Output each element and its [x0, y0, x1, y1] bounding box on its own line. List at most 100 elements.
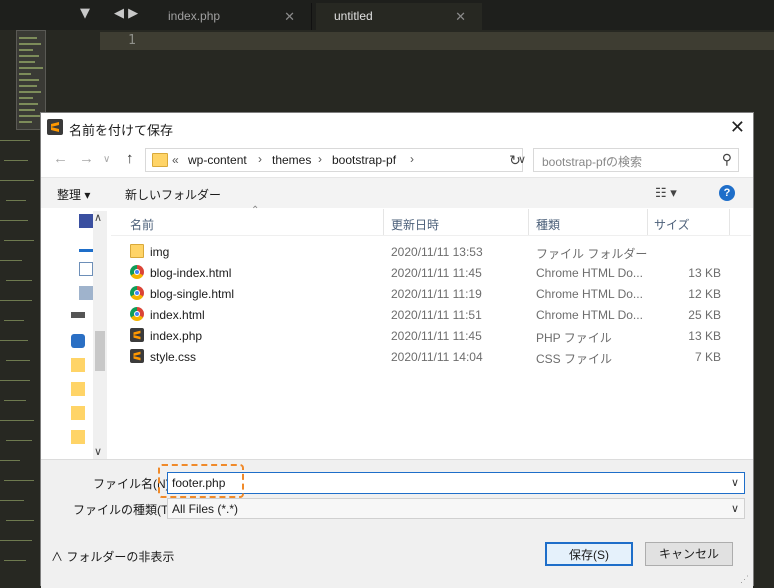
chrome-icon [130, 307, 144, 321]
back-arrow-icon[interactable]: ← [53, 150, 68, 167]
tab-untitled[interactable]: untitled ✕ [316, 3, 482, 30]
view-options-icon[interactable]: ☷ ▾ [655, 185, 677, 201]
scrollbar-thumb[interactable] [95, 331, 105, 371]
editor-tab-bar: ▼ ◀ ▶ index.php ✕ untitled ✕ [0, 0, 774, 30]
drive-icon[interactable] [71, 312, 85, 318]
folder-icon[interactable] [71, 382, 85, 396]
forward-arrow-icon[interactable]: → [79, 150, 94, 167]
file-name: blog-single.html [150, 287, 235, 301]
sublime-icon [130, 349, 144, 363]
breadcrumb-bootstrap-pf[interactable]: bootstrap-pf [332, 153, 396, 167]
search-icon[interactable]: ⚲ [722, 151, 732, 168]
search-placeholder: bootstrap-pfの検索 [542, 155, 643, 169]
save-options-panel: ファイル名(N): footer.php ∨ ファイルの種類(T): All F… [41, 459, 753, 588]
new-folder-button[interactable]: 新しいフォルダー [125, 186, 221, 203]
file-size: 13 KB [688, 329, 721, 343]
file-name: index.html [150, 308, 205, 322]
file-size: 25 KB [688, 308, 721, 322]
column-date[interactable]: 更新日時 [391, 216, 439, 233]
dialog-titlebar[interactable]: 名前を付けて保存 ✕ [41, 113, 753, 143]
file-size: 7 KB [694, 350, 721, 364]
file-row-style-css[interactable]: style.css 2020/11/11 14:04 CSS ファイル 7 KB [111, 346, 751, 367]
video-icon[interactable] [79, 214, 93, 228]
breadcrumb-wp-content[interactable]: wp-content [188, 153, 247, 167]
dropdown-triangle-icon[interactable]: ▼ [80, 6, 90, 22]
file-row-blog-index-html[interactable]: blog-index.html 2020/11/11 11:45 Chrome … [111, 262, 751, 283]
cancel-button[interactable]: キャンセル [645, 542, 733, 566]
column-divider[interactable] [647, 209, 648, 235]
column-divider[interactable] [729, 209, 730, 235]
chevron-down-icon[interactable]: ∨ [731, 476, 739, 489]
chevron-down-icon[interactable]: ∨ [731, 502, 739, 515]
address-bar[interactable]: « wp-content › themes › bootstrap-pf › ∨ [145, 148, 526, 172]
tab-index-php[interactable]: index.php ✕ [150, 3, 312, 30]
file-date: 2020/11/11 11:19 [391, 287, 482, 301]
column-name[interactable]: 名前 [130, 216, 154, 233]
search-input[interactable]: bootstrap-pfの検索 ⚲ [533, 148, 739, 172]
tab-label: index.php [168, 9, 221, 23]
file-date: 2020/11/11 11:45 [391, 266, 482, 280]
line-number: 1 [128, 33, 136, 48]
minimap-code-strip [0, 130, 40, 586]
help-icon[interactable]: ? [719, 185, 735, 201]
column-size[interactable]: サイズ [654, 216, 690, 233]
scroll-up-icon[interactable]: ∧ [94, 211, 102, 224]
file-date: 2020/11/11 13:53 [391, 245, 483, 259]
organize-button[interactable]: 整理 ▾ [57, 186, 90, 203]
filetype-value: All Files (*.*) [172, 502, 239, 516]
folder-icon[interactable] [71, 406, 85, 420]
file-date: 2020/11/11 11:51 [391, 308, 482, 322]
column-divider[interactable] [383, 209, 384, 235]
tab-label: untitled [334, 9, 373, 23]
scroll-down-icon[interactable]: ∨ [94, 445, 102, 458]
hide-folders-label: フォルダーの非表示 [66, 550, 175, 564]
file-size: 12 KB [688, 287, 721, 301]
tab-nav-arrows-icon[interactable]: ◀ ▶ [114, 6, 138, 22]
close-icon[interactable]: ✕ [455, 3, 466, 30]
file-name: blog-index.html [150, 266, 232, 280]
file-type: Chrome HTML Do... [536, 266, 643, 280]
file-row-img[interactable]: img 2020/11/11 13:53 ファイル フォルダー [111, 241, 751, 262]
file-type: Chrome HTML Do... [536, 287, 643, 301]
breadcrumb-separator-icon[interactable]: › [258, 152, 262, 166]
dialog-title: 名前を付けて保存 [69, 123, 174, 138]
file-row-blog-single-html[interactable]: blog-single.html 2020/11/11 11:19 Chrome… [111, 283, 751, 304]
column-type[interactable]: 種類 [536, 216, 560, 233]
folder-icon[interactable] [71, 430, 85, 444]
filetype-select[interactable]: All Files (*.*) ∨ [167, 498, 745, 519]
file-row-index-php[interactable]: index.php 2020/11/11 11:45 PHP ファイル 13 K… [111, 325, 751, 346]
breadcrumb-separator-icon[interactable]: › [318, 152, 322, 166]
breadcrumb-overflow[interactable]: « [172, 153, 179, 167]
resize-grip-icon[interactable]: ⋰ [740, 574, 749, 585]
file-type: ファイル フォルダー [536, 247, 648, 261]
navigation-scrollbar[interactable]: ∧ ∨ [93, 211, 107, 459]
network-icon[interactable] [71, 334, 85, 348]
file-type: CSS ファイル [536, 352, 613, 366]
navigation-bar: ← → ∨ ↑ « wp-content › themes › bootstra… [41, 145, 753, 175]
music-icon[interactable] [79, 238, 93, 252]
close-icon[interactable]: ✕ [730, 117, 745, 138]
document-icon[interactable] [79, 262, 93, 276]
column-headers: ⌃ 名前 更新日時 種類 サイズ [111, 205, 751, 236]
refresh-icon[interactable]: ↻ [505, 148, 525, 172]
close-icon[interactable]: ✕ [284, 3, 295, 30]
breadcrumb-separator-icon[interactable]: › [410, 152, 414, 166]
file-name: index.php [150, 329, 203, 343]
folder-icon[interactable] [71, 358, 85, 372]
recent-dropdown-icon[interactable]: ∨ [103, 154, 110, 165]
column-divider[interactable] [528, 209, 529, 235]
sort-ascending-icon: ⌃ [251, 205, 260, 216]
filename-input[interactable]: footer.php ∨ [167, 472, 745, 494]
hide-folders-toggle[interactable]: ∧ フォルダーの非表示 [51, 548, 174, 565]
current-line-highlight [100, 32, 774, 50]
folder-icon [130, 244, 144, 258]
sublime-icon [130, 328, 144, 342]
file-list: ⌃ 名前 更新日時 種類 サイズ img 2020/11/11 13:53 ファ… [111, 205, 751, 459]
up-arrow-icon[interactable]: ↑ [126, 150, 134, 167]
breadcrumb-themes[interactable]: themes [272, 153, 311, 167]
save-button[interactable]: 保存(S) [545, 542, 633, 566]
file-type: PHP ファイル [536, 331, 612, 345]
sublime-text-icon [47, 119, 63, 135]
file-row-index-html[interactable]: index.html 2020/11/11 11:51 Chrome HTML … [111, 304, 751, 325]
desktop-icon[interactable] [79, 286, 93, 300]
